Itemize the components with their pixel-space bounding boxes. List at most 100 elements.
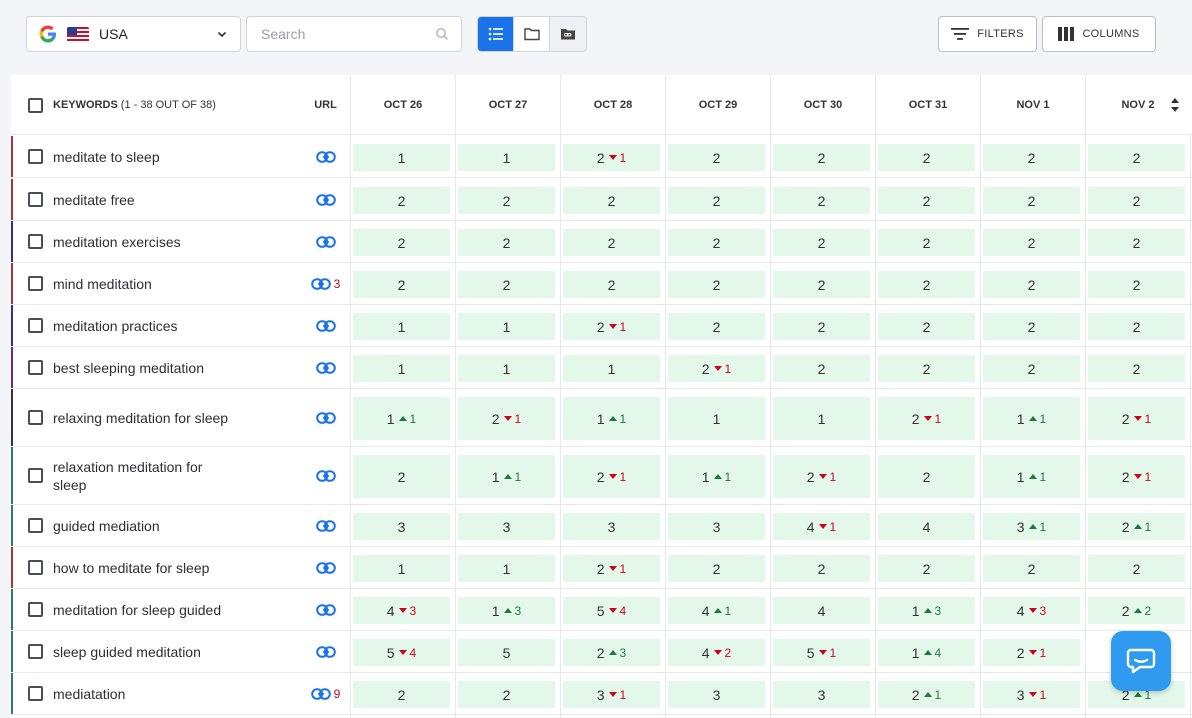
rank-cell[interactable]: 11 <box>563 397 660 440</box>
link-icon[interactable] <box>310 277 331 290</box>
rank-cell[interactable]: 2 <box>668 144 765 171</box>
row-checkbox[interactable] <box>28 644 43 659</box>
rank-cell[interactable]: 2 <box>878 313 975 340</box>
rank-cell[interactable]: 1 <box>458 144 555 171</box>
rank-cell[interactable]: 11 <box>983 455 1080 498</box>
filters-button[interactable]: FILTERS <box>938 16 1037 52</box>
rank-cell[interactable]: 2 <box>353 681 450 708</box>
keyword-text[interactable]: meditate to sleep <box>53 148 233 166</box>
rank-cell[interactable]: 2 <box>1088 144 1185 171</box>
table-row[interactable]: meditation exercises 2 2 2 2 2 2 2 2 <box>11 221 1192 263</box>
rank-cell[interactable]: 21 <box>1088 397 1185 440</box>
list-view-button[interactable] <box>478 17 514 51</box>
table-row[interactable]: sleep guided meditation 5 4 5 2 3 4 2 5 1 1 4 2 1 <box>11 631 1192 673</box>
rank-cell[interactable]: 21 <box>563 555 660 582</box>
rank-cell[interactable]: 2 <box>878 229 975 256</box>
rank-cell[interactable]: 23 <box>563 639 660 666</box>
table-row[interactable]: relaxing meditation for sleep 1 1 2 1 1 1 1 1 2 1 1… <box>11 389 1192 447</box>
rank-cell[interactable]: 11 <box>983 397 1080 440</box>
rank-cell[interactable]: 3 <box>563 513 660 540</box>
rank-cell[interactable]: 21 <box>563 313 660 340</box>
rank-cell[interactable]: 13 <box>878 597 975 624</box>
rank-cell[interactable]: 2 <box>983 187 1080 214</box>
rank-cell[interactable]: 51 <box>773 639 870 666</box>
keyword-text[interactable]: sleep guided meditation <box>53 643 233 661</box>
rank-cell[interactable]: 2 <box>878 355 975 382</box>
rank-cell[interactable]: 11 <box>458 455 555 498</box>
rank-cell[interactable]: 3 <box>458 513 555 540</box>
row-checkbox[interactable] <box>28 318 43 333</box>
row-checkbox[interactable] <box>28 149 43 164</box>
url-header[interactable]: URL <box>301 75 350 135</box>
rank-cell[interactable]: 2 <box>773 313 870 340</box>
row-checkbox[interactable] <box>28 518 43 533</box>
rank-cell[interactable]: 1 <box>458 555 555 582</box>
rank-cell[interactable]: 1 <box>353 355 450 382</box>
search-icon[interactable] <box>435 27 449 41</box>
table-row[interactable]: mediatation 9 2 2 3 1 3 3 2 1 3 1 2 1 <box>11 673 1192 715</box>
rank-cell[interactable]: 2 <box>668 229 765 256</box>
rank-cell[interactable]: 1 <box>353 313 450 340</box>
row-checkbox[interactable] <box>28 360 43 375</box>
rank-cell[interactable]: 1 <box>353 144 450 171</box>
rank-cell[interactable]: 1 <box>668 397 765 440</box>
row-checkbox[interactable] <box>28 468 43 483</box>
search-input[interactable] <box>259 25 435 43</box>
rank-cell[interactable]: 2 <box>458 229 555 256</box>
link-icon[interactable] <box>315 519 336 532</box>
link-icon[interactable] <box>315 469 336 482</box>
chat-button[interactable] <box>1111 631 1171 691</box>
rank-cell[interactable]: 2 <box>878 271 975 298</box>
rank-cell[interactable]: 31 <box>563 681 660 708</box>
keyword-text[interactable]: relaxing meditation for sleep <box>53 409 233 427</box>
keyword-text[interactable]: mediatation <box>53 685 233 703</box>
rank-cell[interactable]: 22 <box>1088 597 1185 624</box>
keyword-text[interactable]: meditation practices <box>53 317 233 335</box>
rank-cell[interactable]: 41 <box>773 513 870 540</box>
keyword-text[interactable]: meditate free <box>53 191 233 209</box>
rank-cell[interactable]: 21 <box>878 681 975 708</box>
rank-cell[interactable]: 3 <box>773 681 870 708</box>
link-icon[interactable] <box>315 193 336 206</box>
row-checkbox[interactable] <box>28 276 43 291</box>
rank-cell[interactable]: 21 <box>878 397 975 440</box>
rank-cell[interactable]: 11 <box>353 397 450 440</box>
rank-cell[interactable]: 2 <box>878 187 975 214</box>
row-checkbox[interactable] <box>28 602 43 617</box>
rank-cell[interactable]: 2 <box>983 313 1080 340</box>
row-checkbox[interactable] <box>28 410 43 425</box>
rank-cell[interactable]: 13 <box>458 597 555 624</box>
rank-cell[interactable]: 2 <box>353 455 450 498</box>
keywords-header[interactable]: KEYWORDS (1 - 38 OUT OF 38) <box>11 75 301 135</box>
rank-cell[interactable]: 2 <box>983 229 1080 256</box>
rank-cell[interactable]: 4 <box>878 513 975 540</box>
rank-cell[interactable]: 2 <box>773 187 870 214</box>
link-icon[interactable] <box>310 687 331 700</box>
folder-view-button[interactable] <box>514 17 550 51</box>
rank-cell[interactable]: 2 <box>983 271 1080 298</box>
table-row[interactable]: how to meditate for sleep 1 1 2 1 2 2 2 2 2 <box>11 547 1192 589</box>
rank-cell[interactable]: 2 <box>773 355 870 382</box>
rank-cell[interactable]: 2 <box>773 271 870 298</box>
rank-cell[interactable]: 14 <box>878 639 975 666</box>
date-column-header[interactable]: OCT 31 <box>875 75 980 135</box>
keyword-text[interactable]: mind meditation <box>53 275 233 293</box>
rank-cell[interactable]: 31 <box>983 513 1080 540</box>
link-icon[interactable] <box>315 561 336 574</box>
rank-cell[interactable]: 4 <box>773 597 870 624</box>
link-icon[interactable] <box>315 411 336 424</box>
rank-cell[interactable]: 2 <box>668 313 765 340</box>
rank-cell[interactable]: 2 <box>668 555 765 582</box>
rank-cell[interactable]: 5 <box>458 639 555 666</box>
rank-cell[interactable]: 54 <box>563 597 660 624</box>
row-checkbox[interactable] <box>28 686 43 701</box>
keyword-text[interactable]: how to meditate for sleep <box>53 559 233 577</box>
rank-cell[interactable]: 43 <box>983 597 1080 624</box>
rank-cell[interactable]: 2 <box>353 271 450 298</box>
date-column-header[interactable]: OCT 29 <box>665 75 770 135</box>
row-checkbox[interactable] <box>28 234 43 249</box>
select-all-checkbox[interactable] <box>28 97 43 113</box>
rank-cell[interactable]: 42 <box>668 639 765 666</box>
link-icon[interactable] <box>315 603 336 616</box>
rank-cell[interactable]: 2 <box>983 555 1080 582</box>
